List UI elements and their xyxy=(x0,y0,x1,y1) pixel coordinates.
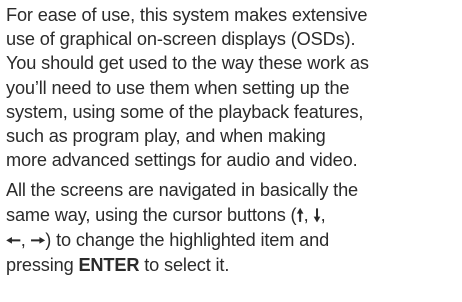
text-line: For ease of use, this system makes exten… xyxy=(6,5,368,25)
text-line: All the screens are navigated in basical… xyxy=(6,180,359,201)
enter-key-label: ENTER xyxy=(78,255,140,276)
document-page: For ease of use, this system makes exten… xyxy=(0,0,462,302)
arrow-left-icon: 🠔 xyxy=(6,230,21,251)
arrow-down-icon: 🠗 xyxy=(313,205,321,226)
text-line: such as program play, and when making xyxy=(6,126,326,147)
text-fragment: pressing xyxy=(6,255,79,276)
navigation-paragraph: All the screens are navigated in basical… xyxy=(6,178,456,277)
text-line: same way, using the cursor buttons (🠕, 🠗… xyxy=(6,203,456,228)
arrow-up-icon: 🠕 xyxy=(296,205,304,226)
arrow-right-icon: 🠖 xyxy=(30,230,46,251)
text-fragment: , xyxy=(20,229,31,250)
text-line: 🠔, 🠖) to change the highlighted item and xyxy=(6,228,456,253)
text-line: system, using some of the playback featu… xyxy=(6,101,364,122)
text-line: pressing ENTER to select it. xyxy=(6,253,456,277)
text-fragment: ) to change the highlighted item and xyxy=(45,229,330,250)
osd-intro-paragraph: For ease of use, this system makes exten… xyxy=(6,3,456,172)
text-fragment: , xyxy=(303,204,314,225)
text-line: more advanced settings for audio and vid… xyxy=(6,150,358,171)
text-fragment: , xyxy=(320,204,326,225)
text-line: you’ll need to use them when setting up … xyxy=(6,77,350,98)
text-line: use of graphical on-screen displays (OSD… xyxy=(6,29,356,50)
text-fragment: to select it. xyxy=(139,255,230,276)
text-fragment: same way, using the cursor buttons ( xyxy=(6,204,297,225)
text-line: You should get used to the way these wor… xyxy=(6,53,369,74)
